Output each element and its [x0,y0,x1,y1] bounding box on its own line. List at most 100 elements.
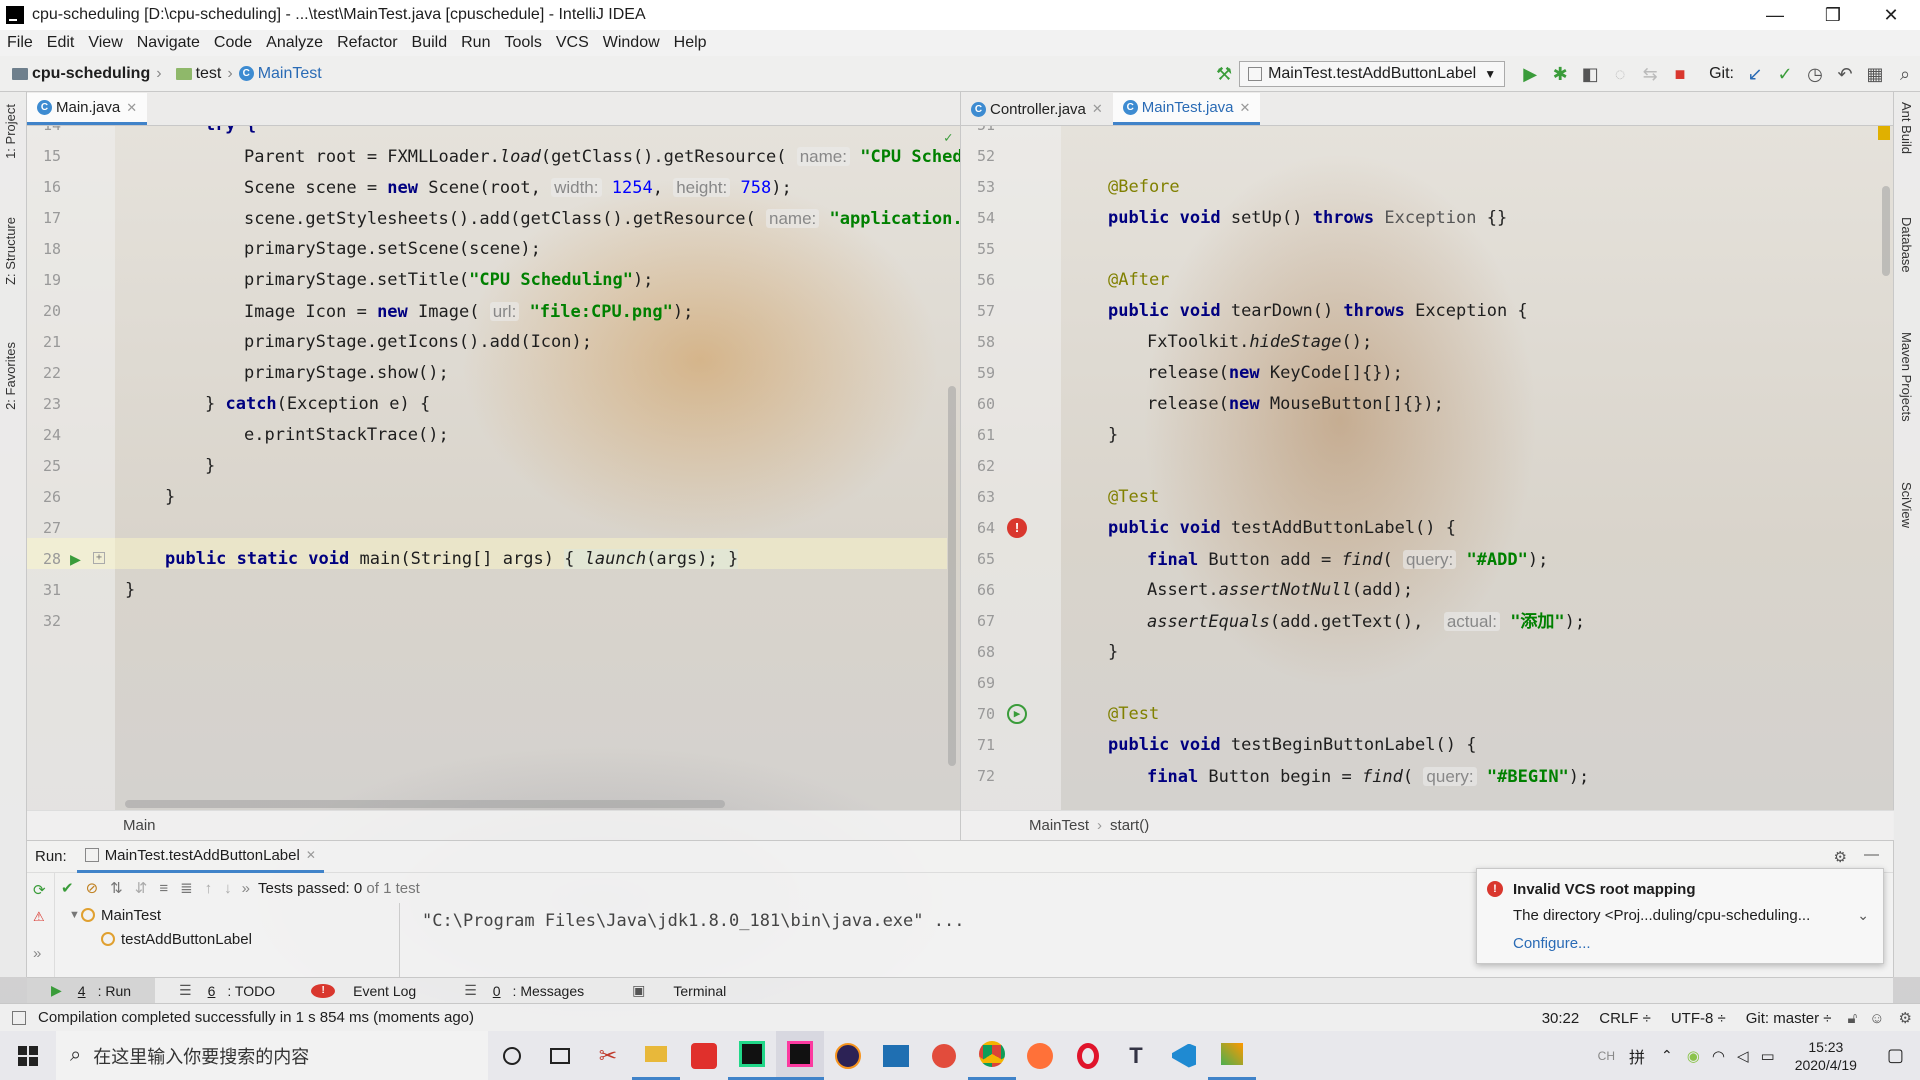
sort-duration-icon[interactable]: ⇵ [129,879,154,897]
file-encoding[interactable]: UTF-8 ÷ [1661,1010,1736,1027]
vscode-icon[interactable] [1160,1031,1208,1080]
cursor-position[interactable]: 30:22 [1532,1010,1590,1027]
horizontal-scrollbar[interactable] [125,800,725,808]
bottom-tab-event-log[interactable]: ! Event Log [299,983,440,999]
previous-failed-icon[interactable]: ↑ [199,880,219,897]
typora-icon[interactable]: T [1112,1031,1160,1080]
opera-icon[interactable] [1064,1031,1112,1080]
paint-icon[interactable]: ✂ [584,1031,632,1080]
project-structure-icon[interactable]: ▦ [1860,59,1890,89]
ime-indicator[interactable]: 拼 [1621,1044,1653,1068]
wifi-icon[interactable]: ◠ [1706,1047,1731,1065]
line-separator[interactable]: CRLF ÷ [1589,1010,1661,1027]
run-config-dropdown[interactable]: MainTest.testAddButtonLabel ▼ [1239,61,1506,87]
tool-tab-sciview[interactable]: SciView [1899,482,1914,528]
chevron-up-icon[interactable]: ⌃ [1653,1047,1681,1064]
next-failed-icon[interactable]: ↓ [218,880,238,897]
test-failed-gutter-icon[interactable]: ! [1007,518,1027,538]
clock[interactable]: 15:23 2020/4/19 [1781,1038,1871,1074]
coverage-icon[interactable]: ◧ [1575,59,1605,89]
tray-app-icon[interactable]: ◉ [1681,1047,1706,1065]
close-tab-icon[interactable]: ✕ [306,848,316,862]
bottom-tab-todo[interactable]: ☰ 6: TODO [155,982,299,999]
run-test-gutter-icon[interactable]: ▶ [1007,704,1027,724]
chevron-down-icon[interactable]: ⌄ [1857,907,1869,924]
bottom-tab-run[interactable]: ▶ 4: Run [27,977,156,1004]
stop-icon[interactable]: ■ [1665,59,1695,89]
windows-start-icon[interactable] [0,1031,56,1080]
menu-vcs[interactable]: VCS [549,34,596,52]
close-tab-icon[interactable]: ✕ [126,100,137,116]
rerun-icon[interactable]: ⟳ [33,881,46,899]
tool-tab-ant-build[interactable]: Ant Build [1899,102,1914,154]
menu-help[interactable]: Help [667,34,714,52]
event-icon[interactable]: ⚙ [1891,1009,1920,1027]
rerun-icon[interactable]: ⇆ [1635,59,1665,89]
test-tree-child[interactable]: testAddButtonLabel [55,927,399,951]
menu-tools[interactable]: Tools [497,34,548,52]
youdao-icon[interactable] [680,1031,728,1080]
close-tab-icon[interactable]: ✕ [1092,101,1103,117]
menu-edit[interactable]: Edit [40,34,82,52]
configure-link[interactable]: Configure... [1513,935,1591,952]
search-icon[interactable]: ⌕ [1890,59,1920,89]
right-code-area[interactable]: 51 52 53 54 55 56 57 58 59 60 61 62 63 6… [961,126,1894,810]
restore-button[interactable]: ❒ [1804,0,1862,30]
network-tool-icon[interactable] [872,1031,920,1080]
tab-controller-java[interactable]: C Controller.java ✕ [961,93,1113,125]
ime-lang-indicator[interactable]: CH [1592,1049,1621,1063]
debug-icon[interactable]: ✱ [1545,59,1575,89]
test-tree-root[interactable]: ▼ MainTest [55,903,399,927]
warning-marker-icon[interactable] [1878,126,1890,140]
eclipse-icon[interactable] [824,1031,872,1080]
inspector-icon[interactable]: ☺ [1863,1010,1890,1027]
show-ignored-icon[interactable]: ⊘ [80,879,105,897]
battery-icon[interactable]: ▭ [1755,1047,1781,1065]
firefox-icon[interactable] [1016,1031,1064,1080]
expand-arrow-icon[interactable]: ▼ [69,909,80,921]
lock-icon[interactable]: 🔓︎ [1841,1010,1863,1027]
left-code-area[interactable]: 14 15 16 17 18 19 20 21 22 23 24 25 26 2… [27,126,960,810]
git-commit-icon[interactable]: ✓ [1770,59,1800,89]
toggle-tool-windows-icon[interactable] [12,1010,26,1025]
breadcrumb-file[interactable]: C MainTest [235,65,326,83]
tab-maintest-java[interactable]: C MainTest.java ✕ [1112,93,1261,125]
pycharm-icon[interactable] [728,1031,776,1080]
menu-navigate[interactable]: Navigate [130,34,207,52]
chrome-icon[interactable] [968,1031,1016,1080]
menu-file[interactable]: File [0,34,40,52]
menu-run[interactable]: Run [454,34,497,52]
more-icon[interactable]: » [33,945,41,962]
tool-tab-database[interactable]: Database [1899,217,1914,273]
misc-app-icon[interactable] [1208,1031,1256,1080]
menu-analyze[interactable]: Analyze [259,34,330,52]
tool-tab-structure[interactable]: Z: Structure [3,217,18,285]
taskbar-search-box[interactable]: ⌕ 在这里输入你要搜索的内容 [56,1031,488,1080]
git-history-icon[interactable]: ◷ [1800,59,1830,89]
bottom-tab-messages[interactable]: ☰ 0: Messages [440,982,608,999]
intellij-icon[interactable] [776,1031,824,1080]
run-gutter-icon[interactable]: ▶ [70,544,81,575]
vertical-scrollbar[interactable] [1882,186,1890,276]
file-explorer-icon[interactable] [632,1031,680,1080]
more-icon[interactable]: » [238,880,254,897]
console-output[interactable]: "C:\Program Files\Java\jdk1.8.0_181\bin\… [422,911,964,931]
breadcrumb-folder[interactable]: test [164,65,226,83]
breadcrumb-project[interactable]: cpu-scheduling [0,65,154,83]
tool-tab-favorites[interactable]: 2: Favorites [3,342,18,410]
gear-icon[interactable]: ⚙ [1834,848,1847,866]
left-crumb-main[interactable]: Main [47,817,156,834]
git-branch[interactable]: Git: master ÷ [1736,1010,1842,1027]
menu-code[interactable]: Code [207,34,259,52]
sort-alpha-icon[interactable]: ⇅ [104,879,129,897]
cortana-icon[interactable] [488,1031,536,1080]
vertical-scrollbar[interactable] [948,386,956,766]
build-hammer-icon[interactable]: ⚒ [1209,59,1239,89]
tool-tab-maven[interactable]: Maven Projects [1899,332,1914,422]
close-button[interactable]: ✕ [1862,0,1920,30]
minimize-button[interactable]: — [1746,0,1804,30]
task-view-icon[interactable] [536,1031,584,1080]
menu-window[interactable]: Window [596,34,667,52]
volume-icon[interactable]: ◁ [1731,1047,1755,1065]
app-swirl-icon[interactable] [920,1031,968,1080]
